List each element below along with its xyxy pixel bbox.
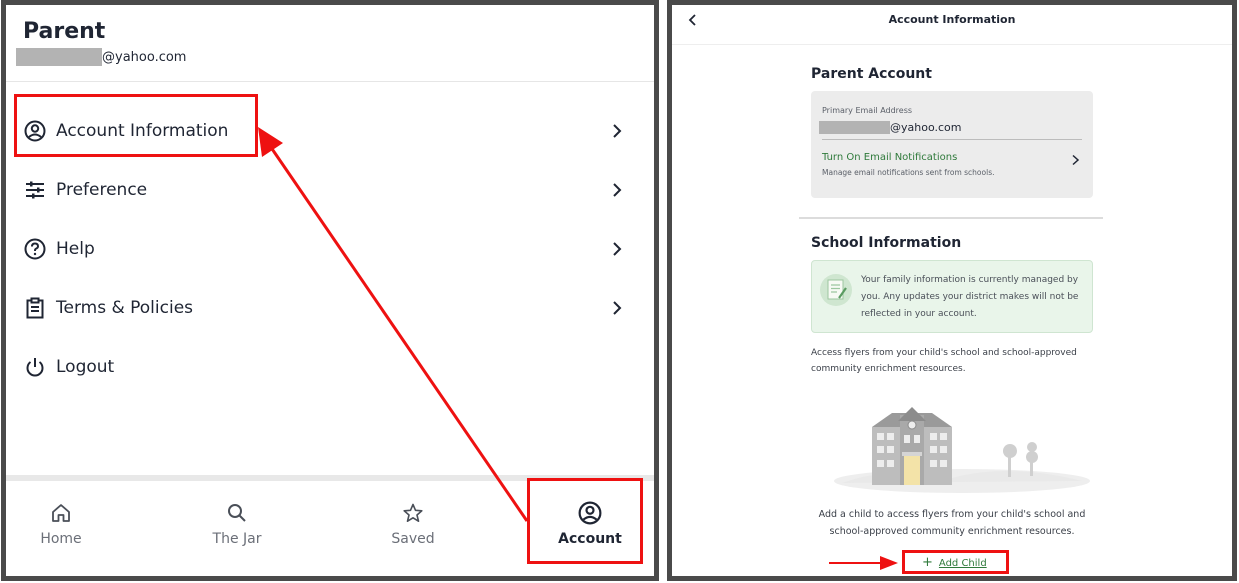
account-circle-icon — [24, 120, 46, 142]
email-suffix: @yahoo.com — [102, 49, 187, 65]
star-icon — [353, 501, 473, 525]
menu-item-help[interactable]: Help — [6, 220, 654, 278]
add-child-label: Add Child — [938, 557, 987, 569]
nav-saved[interactable]: Saved — [353, 501, 473, 547]
menu-item-logout[interactable]: Logout — [6, 338, 654, 396]
chevron-right-icon — [613, 242, 622, 256]
menu-item-account-information[interactable]: Account Information — [6, 102, 654, 160]
redacted-email — [819, 121, 890, 134]
menu-label: Help — [56, 239, 95, 259]
email-notifications-description: Manage email notifications sent from sch… — [822, 168, 995, 177]
school-information-heading: School Information — [811, 235, 962, 251]
menu-label: Terms & Policies — [56, 298, 194, 318]
menu-label: Preference — [56, 180, 148, 200]
sliders-icon — [24, 179, 46, 201]
plus-icon: + — [922, 555, 933, 570]
email-notifications-link[interactable]: Turn On Email Notifications — [822, 152, 957, 163]
chevron-right-icon — [613, 124, 622, 138]
add-child-description: Add a child to access flyers from your c… — [818, 509, 1086, 537]
profile-header: Parent @yahoo.com — [6, 5, 654, 82]
menu-label: Logout — [56, 357, 115, 377]
page-title: Account Information — [888, 13, 1016, 26]
profile-title: Parent — [23, 19, 106, 44]
help-circle-icon — [24, 238, 46, 260]
parent-account-card: Primary Email Address @yahoo.com Turn On… — [811, 91, 1093, 198]
managed-info-notice: Your family information is currently man… — [811, 260, 1093, 333]
nav-label: Saved — [391, 531, 435, 547]
redacted-email — [16, 48, 102, 66]
notice-text: Your family information is currently man… — [861, 275, 1079, 319]
home-icon — [6, 501, 121, 525]
profile-email: @yahoo.com — [16, 48, 186, 66]
access-flyers-text: Access flyers from your child's school a… — [811, 348, 1077, 374]
school-building-illustration — [834, 407, 1090, 493]
chevron-right-icon — [613, 183, 622, 197]
nav-label: The Jar — [212, 531, 262, 547]
nav-home[interactable]: Home — [6, 501, 121, 547]
bottom-navigation: Home The Jar Saved Account — [6, 475, 654, 576]
menu-item-preference[interactable]: Preference — [6, 161, 654, 219]
document-pencil-icon — [820, 274, 852, 306]
clipboard-icon — [24, 297, 46, 319]
nav-the-jar[interactable]: The Jar — [177, 501, 297, 547]
menu-label: Account Information — [56, 121, 229, 141]
nav-label: Home — [40, 531, 82, 547]
search-icon — [177, 501, 297, 525]
account-circle-icon — [530, 501, 650, 525]
menu-item-terms-policies[interactable]: Terms & Policies — [6, 279, 654, 337]
primary-email-label: Primary Email Address — [822, 106, 913, 115]
divider — [822, 139, 1082, 140]
nav-label: Account — [558, 531, 622, 547]
chevron-right-icon[interactable] — [1071, 154, 1080, 166]
top-bar: Account Information — [672, 5, 1232, 45]
account-menu-panel: Parent @yahoo.com Account Information Pr… — [1, 0, 659, 581]
parent-account-heading: Parent Account — [811, 66, 932, 82]
add-child-button[interactable]: + Add Child — [922, 555, 987, 570]
email-suffix: @yahoo.com — [890, 121, 962, 134]
nav-account[interactable]: Account — [530, 501, 650, 547]
account-information-panel: Account Information Parent Account Prima… — [667, 0, 1237, 581]
primary-email-value: @yahoo.com — [819, 121, 961, 134]
section-divider — [799, 217, 1103, 219]
power-icon — [24, 356, 46, 378]
chevron-right-icon — [613, 301, 622, 315]
